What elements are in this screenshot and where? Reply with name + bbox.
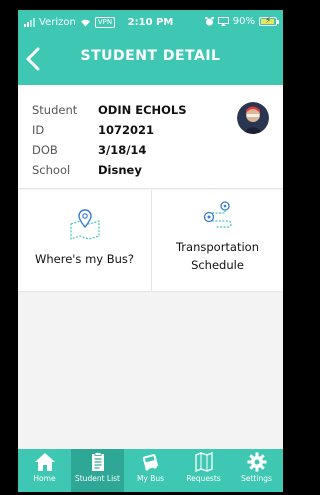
student-school: Disney [98, 163, 142, 177]
student-id: 1072021 [98, 123, 155, 137]
avatar [237, 102, 269, 134]
school-label: School [32, 163, 71, 177]
nav-my-bus[interactable]: My Bus [124, 449, 177, 492]
id-label: ID [32, 123, 45, 137]
student-dob-row: DOB 3/18/14 [32, 143, 146, 157]
battery-icon: ⚡ [259, 16, 279, 26]
top-bar: Verizon VPN 2:10 PM 90% ⚡ STUDENT DETAIL [18, 10, 283, 85]
gear-icon [247, 452, 266, 472]
nav-settings[interactable]: Settings [230, 449, 283, 492]
nav-settings-label: Settings [241, 474, 272, 483]
status-bar: Verizon VPN 2:10 PM 90% ⚡ [18, 10, 283, 36]
student-id-row: ID 1072021 [32, 123, 154, 137]
battery-percent: 90% [232, 16, 255, 27]
transportation-label: Transportation [175, 240, 260, 254]
nav-requests-label: Requests [186, 474, 221, 483]
map-icon [194, 452, 213, 472]
schedule-label: Schedule [191, 258, 244, 272]
dob-label: DOB [32, 143, 58, 157]
wheres-my-bus-tile[interactable]: Where's my Bus? [18, 190, 152, 291]
transportation-schedule-tile[interactable]: Transportation Schedule [152, 190, 283, 291]
page-title: STUDENT DETAIL [80, 48, 221, 64]
route-icon [203, 201, 232, 228]
status-right: 90% ⚡ [204, 16, 279, 27]
nav-my-bus-label: My Bus [136, 474, 165, 483]
action-tiles: Where's my Bus? Transportation Schedule [18, 190, 283, 292]
nav-requests[interactable]: Requests [177, 449, 230, 492]
charging-bolt-icon: ⚡ [265, 16, 272, 26]
nav-student-list[interactable]: Student List [71, 449, 124, 492]
alarm-icon [204, 17, 214, 26]
student-label: Student [32, 103, 78, 117]
map-pin-icon [69, 209, 100, 240]
nav-student-list-label: Student List [74, 474, 121, 483]
bus-icon [142, 454, 158, 471]
student-info-card: Student ODIN ECHOLS ID 1072021 DOB 3/18/14 … [18, 85, 283, 189]
bottom-nav: Home Student List My Bus Requests Settin… [18, 449, 283, 492]
student-school-row: School Disney [32, 163, 142, 177]
home-icon [34, 453, 55, 471]
wheres-my-bus-label: Where's my Bus? [34, 252, 135, 266]
student-name: ODIN ECHOLS [98, 103, 187, 117]
screen-mirror-icon [217, 17, 229, 26]
nav-home[interactable]: Home [18, 449, 71, 492]
clipboard-icon [91, 452, 104, 471]
nav-home-label: Home [33, 474, 56, 483]
app-header: STUDENT DETAIL [18, 36, 283, 85]
app-screen: Verizon VPN 2:10 PM 90% ⚡ STUDENT DETAIL… [18, 10, 283, 492]
student-dob: 3/18/14 [98, 143, 147, 157]
student-name-row: Student ODIN ECHOLS [32, 103, 187, 117]
